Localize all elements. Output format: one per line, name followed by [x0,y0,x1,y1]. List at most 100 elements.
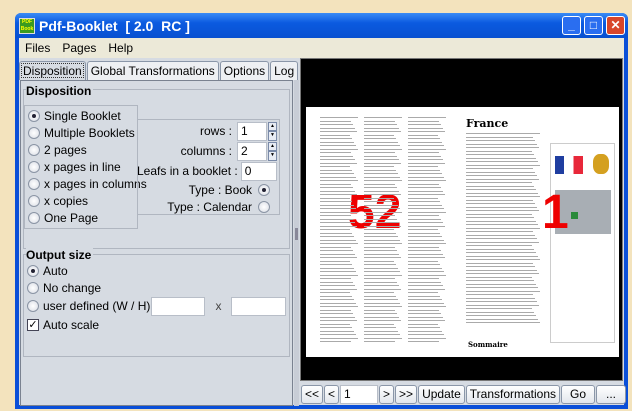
text-line [320,183,351,185]
splitter[interactable] [294,80,299,406]
text-line [320,330,354,332]
text-line [466,297,535,299]
text-line [364,229,394,230]
radio-multiple-booklets[interactable]: Multiple Booklets [28,124,135,141]
title-bar: PDF Book Pdf-Booklet [ 2.0 RC ] _ □ ✕ [15,13,628,38]
first-page-button[interactable]: << [301,385,324,404]
text-line [320,285,355,286]
text-line [364,194,401,195]
tab-global-transformations[interactable]: Global Transformations [86,61,219,80]
radio-no-change[interactable]: No change [27,279,286,296]
last-page-button[interactable]: >> [395,385,418,404]
tab-disposition[interactable]: Disposition [19,61,86,80]
text-line [364,127,399,129]
text-line [466,262,533,264]
text-line [320,232,352,234]
text-line [466,161,538,162]
update-button[interactable]: Update [418,385,465,404]
text-line [408,138,440,139]
radio-x-copies[interactable]: x copies [28,192,134,209]
radio-user-defined[interactable]: user defined (W / H) x [27,296,286,316]
leafs-input[interactable]: 0 [240,161,277,181]
text-line [364,190,399,192]
radio-label: Single Booklet [44,108,121,123]
text-line [320,243,358,244]
transformations-button[interactable]: Transformations [465,385,561,404]
text-line [364,187,397,188]
text-line [408,225,445,227]
text-line [466,276,532,278]
disposition-panel: Disposition Single Booklet Multiple Book… [20,80,293,406]
minimize-button[interactable]: _ [562,16,581,35]
text-line [408,208,444,209]
text-line [320,134,350,136]
tab-options[interactable]: Options [219,61,270,80]
radio-single-booklet[interactable]: Single Booklet [28,107,134,124]
text-line [466,248,534,250]
text-line [364,274,402,276]
text-line [408,309,439,311]
text-line [408,281,441,283]
next-page-button[interactable]: > [379,385,395,404]
text-line [364,246,395,248]
radio-2-pages[interactable]: 2 pages [28,141,134,158]
text-line [466,192,538,194]
text-line [466,231,533,232]
radio-auto[interactable]: Auto [27,262,286,279]
text-line [408,313,441,314]
auto-scale-checkbox[interactable]: ✓ Auto scale [27,316,286,333]
disposition-legend: Disposition [26,84,94,98]
radio-type-calendar[interactable]: Type : Calendar [137,197,274,217]
window-title: Pdf-Booklet [ 2.0 RC ] [39,17,190,34]
text-line [364,208,400,209]
text-line [408,162,445,164]
maximize-button[interactable]: □ [584,16,603,35]
radio-icon [28,177,40,190]
text-line [364,330,398,332]
menu-help[interactable]: Help [108,41,133,55]
text-line [364,222,399,223]
width-input[interactable] [150,296,206,316]
menu-files[interactable]: Files [25,41,50,55]
rows-row: rows : 1 ▲ ▼ [137,121,277,141]
text-line [466,252,536,253]
columns-row: columns : 2 ▲ ▼ [137,141,277,161]
columns-stepper[interactable]: ▲ ▼ [268,141,277,161]
text-line [408,267,442,269]
rows-input[interactable]: 1 [237,121,267,141]
text-line [408,292,438,293]
text-line [466,185,534,187]
text-line [364,173,398,174]
tab-bar: Disposition Global Transformations Optio… [19,61,299,80]
text-line [320,239,356,241]
tab-log[interactable]: Log [270,61,299,80]
text-line [320,194,357,195]
height-input[interactable] [231,296,286,316]
text-line [408,260,438,262]
text-line [408,127,443,129]
checkmark-icon: ✓ [27,318,39,331]
radio-x-pages-in-columns[interactable]: x pages in columns [28,175,147,192]
menu-pages[interactable]: Pages [62,41,96,55]
text-line [320,117,358,118]
prev-page-button[interactable]: < [324,385,340,404]
text-line [466,283,536,285]
text-line [320,159,355,160]
text-line [364,299,398,300]
radio-one-page[interactable]: One Page [28,209,134,226]
text-line [466,304,539,306]
close-button[interactable]: ✕ [606,16,625,35]
radio-icon [27,300,39,312]
page-input[interactable]: 1 [340,385,379,404]
go-button[interactable]: Go [561,385,596,404]
radio-label: user defined (W / H) [43,299,151,313]
more-button[interactable]: ... [596,385,627,404]
rows-stepper[interactable]: ▲ ▼ [268,121,277,141]
text-line [364,257,401,258]
columns-input[interactable]: 2 [237,141,267,161]
radio-x-pages-in-line[interactable]: x pages in line [28,158,134,175]
text-line [408,180,446,181]
radio-icon [27,281,39,294]
text-line [364,239,400,241]
text-line [320,229,350,230]
